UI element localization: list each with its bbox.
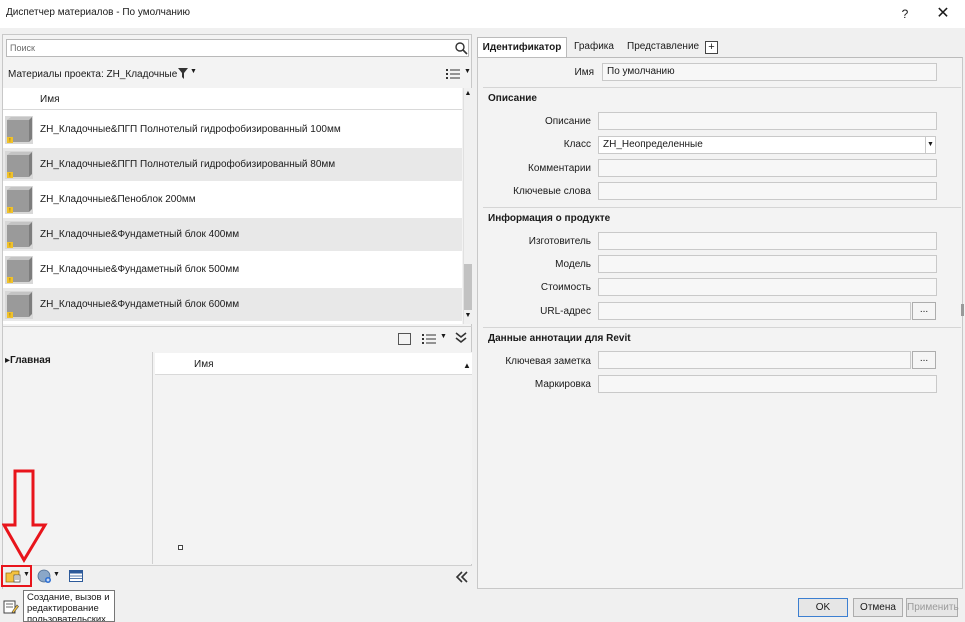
library-column-header-name[interactable]: Имя xyxy=(194,359,213,370)
list-view-icon[interactable] xyxy=(446,68,464,80)
material-name: ZH_Кладочные&Пеноблок 200мм xyxy=(40,194,196,205)
material-row[interactable]: ! ZH_Кладочные&ПГП Полнотелый гидрофобизи… xyxy=(3,113,462,147)
keynote-label: Ключевая заметка xyxy=(505,356,591,367)
cancel-button[interactable]: Отмена xyxy=(853,598,903,617)
collapse-down-icon[interactable] xyxy=(455,331,467,345)
material-name: ZH_Кладочные&Фундаметный блок 500мм xyxy=(40,264,240,275)
library-panel-icon[interactable] xyxy=(398,333,411,345)
ok-button[interactable]: OK xyxy=(798,598,848,617)
tooltip: Создание, вызов и редактирование пользов… xyxy=(23,590,115,622)
class-dropdown[interactable]: ZH_Неопределенные xyxy=(598,136,936,154)
tab-appearance[interactable]: Представление xyxy=(623,37,703,57)
name-field[interactable]: По умолчанию xyxy=(602,63,937,81)
project-materials-label: Материалы проекта: ZH_Кладочные xyxy=(8,69,178,80)
url-field[interactable] xyxy=(598,302,911,320)
section-description: Описание xyxy=(488,93,537,104)
model-field[interactable] xyxy=(598,255,937,273)
mark-field[interactable] xyxy=(598,375,937,393)
list-view-icon[interactable] xyxy=(422,333,440,345)
section-separator xyxy=(483,327,961,328)
svg-text:!: ! xyxy=(9,208,10,214)
material-list-header[interactable] xyxy=(3,88,462,110)
svg-text:!: ! xyxy=(9,173,10,179)
red-arrow-annotation xyxy=(2,469,48,563)
material-thumbnail-icon: ! xyxy=(5,256,33,284)
chevron-down-icon[interactable]: ▼ xyxy=(925,137,935,153)
description-label: Описание xyxy=(544,116,591,127)
material-thumbnail-icon: ! xyxy=(5,151,33,179)
section-revit-annotation: Данные аннотации для Revit xyxy=(488,333,631,344)
material-row[interactable]: ! ZH_Кладочные&Фундаметный блок 500мм xyxy=(3,253,462,287)
collapse-left-icon[interactable] xyxy=(455,571,469,583)
section-product-info: Информация о продукте xyxy=(488,213,611,224)
name-label: Имя xyxy=(574,67,594,78)
library-globe-icon[interactable] xyxy=(37,569,51,583)
chevron-down-icon[interactable]: ▼ xyxy=(190,68,197,75)
material-thumbnail-icon: ! xyxy=(5,221,33,249)
model-label: Модель xyxy=(555,259,591,270)
filter-icon[interactable] xyxy=(178,68,188,79)
keynote-browse-button[interactable]: ... xyxy=(912,351,936,369)
material-thumbnail-icon: ! xyxy=(5,186,33,214)
scrollbar-thumb[interactable] xyxy=(464,264,472,310)
cost-field[interactable] xyxy=(598,278,937,296)
svg-text:!: ! xyxy=(9,243,10,249)
apply-button[interactable]: Применить xyxy=(906,598,959,617)
section-separator xyxy=(483,87,961,88)
cost-label: Стоимость xyxy=(540,282,591,293)
resize-handle[interactable] xyxy=(178,545,183,550)
chevron-down-icon[interactable]: ▼ xyxy=(464,68,471,75)
library-tree-item-main[interactable]: ▸Главная xyxy=(5,355,51,366)
material-thumbnail-icon: ! xyxy=(5,291,33,319)
material-row[interactable]: ! ZH_Кладочные&ПГП Полнотелый гидрофобизи… xyxy=(3,148,462,182)
chevron-down-icon[interactable]: ▼ xyxy=(53,571,60,578)
svg-text:!: ! xyxy=(9,278,10,284)
help-button[interactable]: ? xyxy=(893,4,917,24)
keynote-field[interactable] xyxy=(598,351,911,369)
library-table xyxy=(155,352,472,564)
material-name: ZH_Кладочные&ПГП Полнотелый гидрофобизир… xyxy=(40,124,341,135)
comments-label: Комментарии xyxy=(528,163,591,174)
tab-identity[interactable]: Идентификатор xyxy=(477,37,567,57)
chevron-down-icon[interactable]: ▼ xyxy=(440,333,447,340)
search-box[interactable] xyxy=(6,39,469,57)
description-field[interactable] xyxy=(598,112,937,130)
material-name: ZH_Кладочные&ПГП Полнотелый гидрофобизир… xyxy=(40,159,336,170)
add-tab-button[interactable]: + xyxy=(705,41,718,54)
close-button[interactable]: ✕ xyxy=(930,4,956,24)
edit-icon[interactable] xyxy=(3,599,19,615)
url-browse-button[interactable]: ... xyxy=(912,302,936,320)
panel-resize-handle[interactable] xyxy=(961,304,964,316)
mark-label: Маркировка xyxy=(534,379,591,390)
svg-text:!: ! xyxy=(9,138,10,144)
material-name: ZH_Кладочные&Фундаметный блок 600мм xyxy=(40,299,240,310)
asset-browser-icon[interactable] xyxy=(69,570,83,582)
material-name: ZH_Кладочные&Фундаметный блок 400мм xyxy=(40,229,240,240)
material-row[interactable]: ! ZH_Кладочные&Пеноблок 200мм xyxy=(3,183,462,217)
url-label: URL-адрес xyxy=(540,306,591,317)
scroll-down-arrow-icon[interactable]: ▼ xyxy=(463,312,473,322)
section-separator xyxy=(483,207,961,208)
sort-up-icon[interactable]: ▲ xyxy=(463,361,471,370)
column-header-name[interactable]: Имя xyxy=(40,94,59,105)
window-title: Диспетчер материалов - По умолчанию xyxy=(6,7,190,18)
keywords-field[interactable] xyxy=(598,182,937,200)
highlight-box xyxy=(1,565,32,587)
svg-text:!: ! xyxy=(9,313,10,319)
search-icon[interactable] xyxy=(454,41,468,55)
material-row[interactable]: ! ZH_Кладочные&Фундаметный блок 600мм xyxy=(3,288,462,322)
material-row[interactable]: ! ZH_Кладочные&Фундаметный блок 400мм xyxy=(3,218,462,252)
manufacturer-field[interactable] xyxy=(598,232,937,250)
search-input[interactable] xyxy=(10,41,440,55)
manufacturer-label: Изготовитель xyxy=(528,236,591,247)
panel-divider[interactable] xyxy=(3,326,472,327)
comments-field[interactable] xyxy=(598,159,937,177)
tab-graphics[interactable]: Графика xyxy=(570,37,618,57)
keywords-label: Ключевые слова xyxy=(513,186,591,197)
class-label: Класс xyxy=(563,139,591,150)
scroll-up-arrow-icon[interactable]: ▲ xyxy=(463,90,473,100)
material-thumbnail-icon: ! xyxy=(5,116,33,144)
